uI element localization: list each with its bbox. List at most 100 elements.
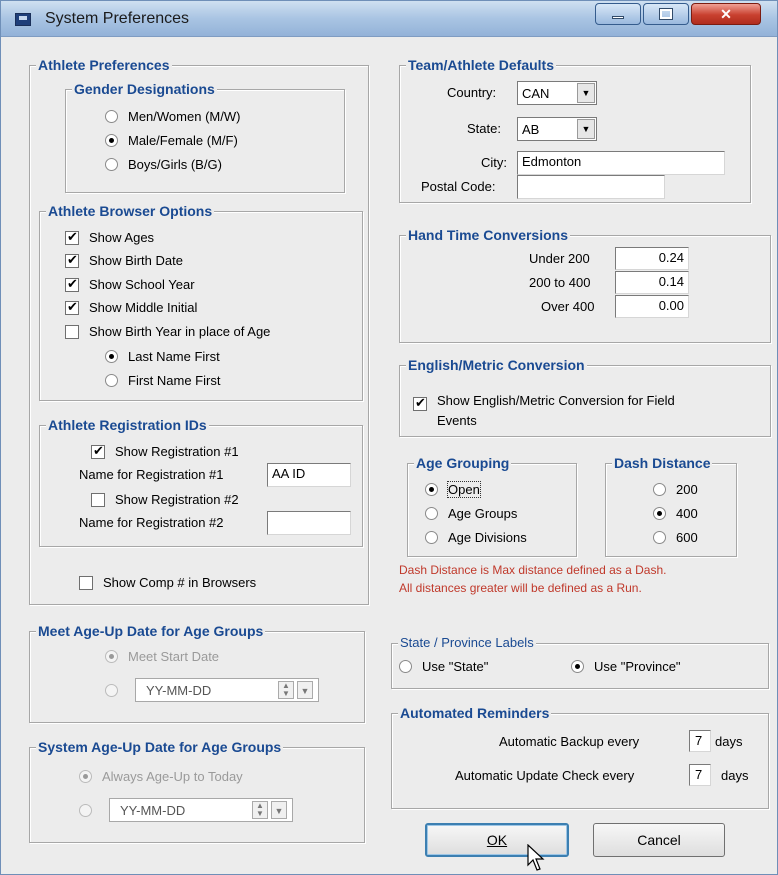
update-days-unit: days bbox=[721, 768, 749, 783]
show-birth-date-checkbox[interactable]: Show Birth Date bbox=[65, 252, 183, 268]
under-200-input[interactable]: 0.24 bbox=[615, 247, 689, 270]
show-comp-number-checkbox[interactable]: Show Comp # in Browsers bbox=[79, 575, 256, 590]
system-ageup-group: System Age-Up Date for Age Groups bbox=[29, 739, 365, 843]
automated-reminders-title: Automated Reminders bbox=[398, 705, 552, 721]
always-ageup-today-radio[interactable]: Always Age-Up to Today bbox=[79, 769, 243, 784]
last-name-first-radio[interactable]: Last Name First bbox=[105, 349, 220, 364]
state-label: State: bbox=[467, 121, 501, 136]
checkbox-checked-icon bbox=[65, 276, 79, 292]
gender-option-bg[interactable]: Boys/Girls (B/G) bbox=[105, 157, 222, 172]
show-birth-year-checkbox[interactable]: Show Birth Year in place of Age bbox=[65, 324, 270, 339]
first-name-first-radio[interactable]: First Name First bbox=[105, 373, 220, 388]
system-custom-date-radio[interactable] bbox=[79, 804, 102, 817]
registration-2-name-input[interactable] bbox=[267, 511, 351, 535]
radio-selected-icon bbox=[105, 134, 118, 147]
use-province-radio[interactable]: Use "Province" bbox=[571, 659, 681, 674]
radio-icon bbox=[79, 804, 92, 817]
radio-selected-icon bbox=[425, 483, 438, 496]
registration-2-name-label: Name for Registration #2 bbox=[79, 515, 224, 530]
automated-reminders-group: Automated Reminders bbox=[391, 705, 769, 809]
radio-selected-icon bbox=[105, 350, 118, 363]
radio-selected-icon bbox=[105, 650, 118, 663]
team-athlete-defaults-title: Team/Athlete Defaults bbox=[406, 57, 556, 73]
checkbox-checked-icon bbox=[413, 395, 427, 411]
close-icon: ✕ bbox=[720, 5, 732, 22]
minimize-icon bbox=[612, 15, 624, 19]
backup-days-unit: days bbox=[715, 734, 743, 749]
show-registration-1-checkbox[interactable]: Show Registration #1 bbox=[91, 443, 239, 459]
over-400-input[interactable]: 0.00 bbox=[615, 295, 689, 318]
state-select[interactable]: AB ▼ bbox=[517, 117, 597, 141]
state-province-labels-title: State / Province Labels bbox=[398, 635, 536, 651]
title-bar[interactable]: System Preferences ✕ bbox=[1, 1, 777, 37]
age-grouping-open-radio[interactable]: Open bbox=[425, 481, 481, 498]
meet-ageup-date-picker[interactable]: YY-MM-DD ▲ ▼ ▼ bbox=[135, 678, 319, 702]
dash-200-radio[interactable]: 200 bbox=[653, 482, 698, 497]
age-grouping-divisions-radio[interactable]: Age Divisions bbox=[425, 530, 527, 545]
use-state-radio[interactable]: Use "State" bbox=[399, 659, 488, 674]
athlete-browser-options-title: Athlete Browser Options bbox=[46, 203, 215, 219]
postal-code-label: Postal Code: bbox=[421, 179, 496, 194]
registration-1-name-input[interactable]: AA ID bbox=[267, 463, 351, 487]
meet-custom-date-radio[interactable] bbox=[105, 684, 128, 697]
country-select[interactable]: CAN ▼ bbox=[517, 81, 597, 105]
cancel-button[interactable]: Cancel bbox=[593, 823, 725, 857]
mouse-pointer-icon bbox=[527, 844, 545, 871]
maximize-button[interactable] bbox=[643, 3, 689, 25]
show-school-year-checkbox[interactable]: Show School Year bbox=[65, 276, 195, 292]
city-input[interactable]: Edmonton bbox=[517, 151, 725, 175]
system-ageup-title: System Age-Up Date for Age Groups bbox=[36, 739, 284, 755]
checkbox-checked-icon bbox=[65, 229, 79, 245]
spin-updown-icon[interactable]: ▲ ▼ bbox=[252, 801, 268, 819]
radio-icon bbox=[653, 531, 666, 544]
english-metric-title: English/Metric Conversion bbox=[406, 357, 587, 373]
caption-buttons: ✕ bbox=[593, 3, 761, 25]
gender-option-mf[interactable]: Male/Female (M/F) bbox=[105, 133, 238, 148]
meet-start-date-radio[interactable]: Meet Start Date bbox=[105, 649, 219, 664]
dash-400-radio[interactable]: 400 bbox=[653, 506, 698, 521]
dash-distance-title: Dash Distance bbox=[612, 455, 713, 471]
show-middle-initial-checkbox[interactable]: Show Middle Initial bbox=[65, 299, 197, 315]
ok-button[interactable]: OK bbox=[425, 823, 569, 857]
close-button[interactable]: ✕ bbox=[691, 3, 761, 25]
dash-600-radio[interactable]: 600 bbox=[653, 530, 698, 545]
radio-selected-icon bbox=[571, 660, 584, 673]
checkbox-checked-icon bbox=[65, 252, 79, 268]
age-grouping-groups-radio[interactable]: Age Groups bbox=[425, 506, 517, 521]
radio-icon bbox=[425, 507, 438, 520]
dropdown-arrow-icon[interactable]: ▼ bbox=[271, 801, 287, 819]
backup-days-input[interactable]: 7 bbox=[689, 730, 711, 752]
postal-code-input[interactable] bbox=[517, 175, 665, 199]
show-registration-2-checkbox[interactable]: Show Registration #2 bbox=[91, 492, 239, 507]
radio-icon bbox=[105, 158, 118, 171]
under-200-label: Under 200 bbox=[529, 251, 590, 266]
meet-ageup-group: Meet Age-Up Date for Age Groups bbox=[29, 623, 365, 723]
backup-label: Automatic Backup every bbox=[499, 734, 640, 749]
app-icon bbox=[15, 13, 31, 26]
maximize-icon bbox=[660, 9, 672, 19]
checkbox-icon bbox=[79, 575, 93, 590]
update-days-input[interactable]: 7 bbox=[689, 764, 711, 786]
radio-icon bbox=[105, 374, 118, 387]
update-check-label: Automatic Update Check every bbox=[455, 768, 635, 783]
show-metric-conversion-checkbox[interactable]: Show English/Metric Conversion for Field… bbox=[413, 391, 675, 431]
country-label: Country: bbox=[447, 85, 497, 100]
age-grouping-title: Age Grouping bbox=[414, 455, 512, 471]
minimize-button[interactable] bbox=[595, 3, 641, 25]
gender-designations-title: Gender Designations bbox=[72, 81, 217, 97]
spin-updown-icon[interactable]: ▲ ▼ bbox=[278, 681, 294, 699]
radio-selected-icon bbox=[653, 507, 666, 520]
show-ages-checkbox[interactable]: Show Ages bbox=[65, 229, 154, 245]
over-400-label: Over 400 bbox=[541, 299, 595, 314]
200-to-400-label: 200 to 400 bbox=[529, 275, 591, 290]
system-ageup-date-picker[interactable]: YY-MM-DD ▲ ▼ ▼ bbox=[109, 798, 293, 822]
dropdown-arrow-icon[interactable]: ▼ bbox=[297, 681, 313, 699]
dash-note-line-1: Dash Distance is Max distance defined as… bbox=[399, 563, 667, 577]
city-label: City: bbox=[481, 155, 507, 170]
radio-icon bbox=[653, 483, 666, 496]
dropdown-arrow-icon: ▼ bbox=[577, 83, 595, 103]
hand-time-conversions-title: Hand Time Conversions bbox=[406, 227, 571, 243]
gender-option-mw[interactable]: Men/Women (M/W) bbox=[105, 109, 240, 124]
dash-note-line-2: All distances greater will be defined as… bbox=[399, 581, 642, 595]
200-to-400-input[interactable]: 0.14 bbox=[615, 271, 689, 294]
